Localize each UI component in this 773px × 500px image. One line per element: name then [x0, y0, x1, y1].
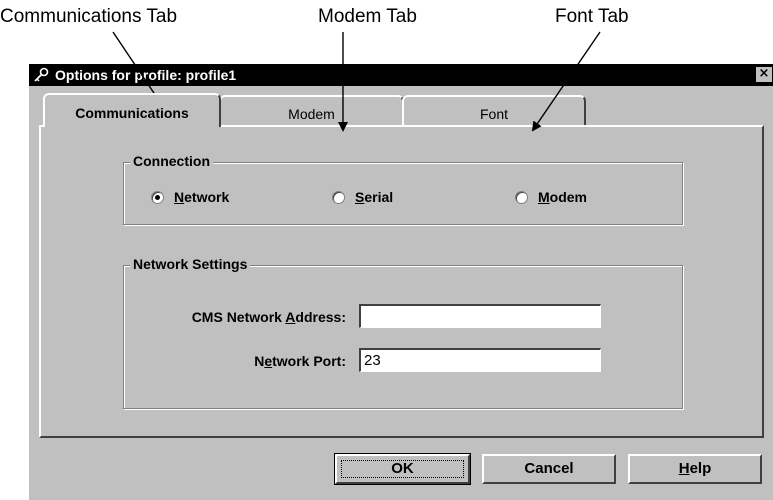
communications-callout-arrow	[112, 31, 162, 104]
callout-arrows	[112, 31, 601, 132]
font-callout-arrow	[531, 31, 601, 132]
tab-communications[interactable]: Communications	[43, 93, 221, 127]
tab-communications-label: Communications	[75, 105, 189, 121]
